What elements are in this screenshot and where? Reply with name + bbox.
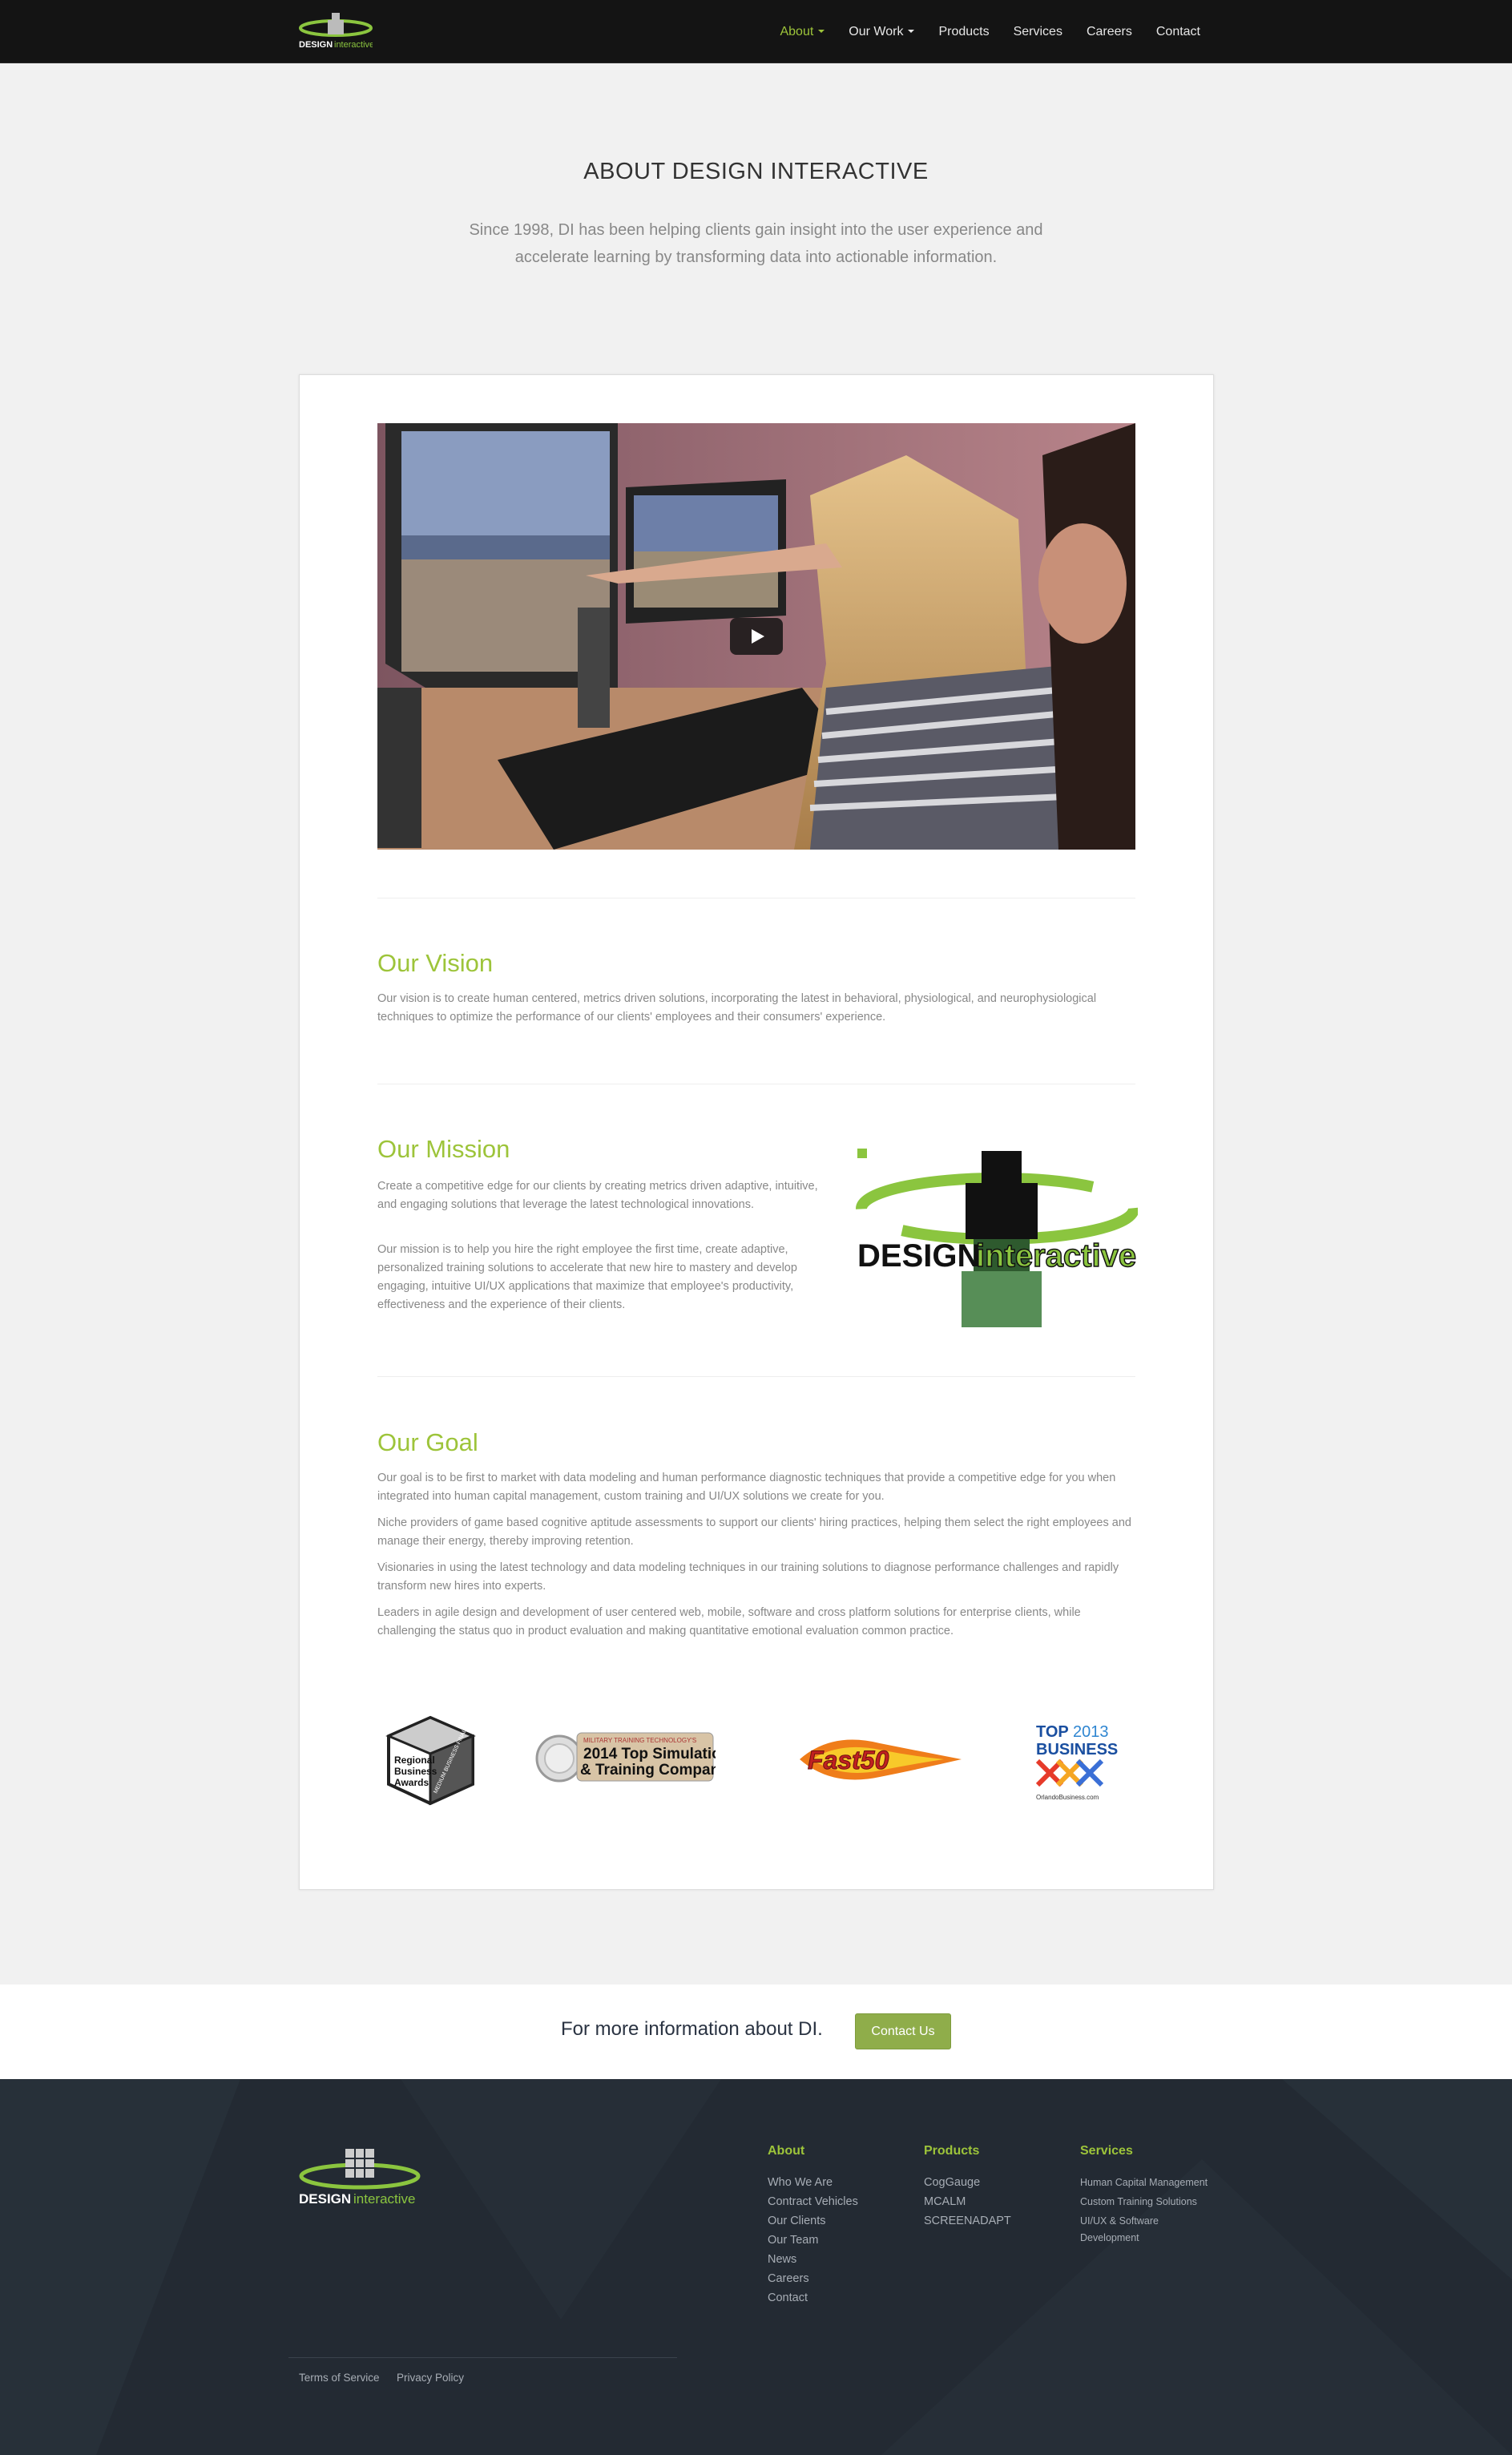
nav-about[interactable]: About [768,25,837,39]
page-title: ABOUT DESIGN INTERACTIVE [583,159,929,184]
privacy-policy-link[interactable]: Privacy Policy [397,2372,464,2384]
svg-text:2013: 2013 [1073,1723,1109,1741]
mission-text-1: Create a competitive edge for our client… [377,1180,818,1211]
nav-our-work[interactable]: Our Work [837,25,926,39]
chevron-down-icon [818,30,825,34]
nav-careers[interactable]: Careers [1075,25,1144,39]
goal-text-3: Visionaries in using the latest technolo… [377,1561,1119,1593]
nav-services[interactable]: Services [1002,25,1075,39]
play-button[interactable] [730,618,783,655]
svg-text:2014 Top Simulation: 2014 Top Simulation [583,1746,716,1763]
svg-text:& Training Companies: & Training Companies [580,1762,716,1779]
regional-business-award-badge: Regional Business Awards MEDIUM BUSINESS… [385,1715,476,1806]
mission-heading: Our Mission [377,1135,510,1163]
design-interactive-logo: DESIGN interactive [856,1149,1138,1327]
svg-text:OrlandoBusiness.com: OrlandoBusiness.com [1036,1794,1099,1801]
svg-text:MILITARY TRAINING TECHNOLOGY'S: MILITARY TRAINING TECHNOLOGY'S [583,1737,696,1744]
footer-about-heading: About [768,2144,805,2158]
footer-link-contract-vehicles[interactable]: Contract Vehicles [768,2192,858,2211]
svg-text:BUSINESS: BUSINESS [1036,1741,1118,1758]
svg-text:interactive: interactive [976,1238,1136,1274]
nav-products[interactable]: Products [926,25,1001,39]
vision-heading: Our Vision [377,949,494,977]
footer-link-careers[interactable]: Careers [768,2269,809,2288]
goal-text-4: Leaders in agile design and development … [377,1606,1081,1637]
footer-link-who-we-are[interactable]: Who We Are [768,2173,833,2192]
footer-divider [288,2357,677,2358]
footer [0,2079,1512,2455]
footer-link-custom-training[interactable]: Custom Training Solutions [1080,2194,1197,2211]
main-nav: About Our Work Products Services Careers… [768,0,1212,63]
svg-text:Awards: Awards [394,1777,429,1788]
svg-text:DESIGN: DESIGN [857,1238,980,1274]
goal-heading: Our Goal [377,1428,478,1456]
footer-link-our-team[interactable]: Our Team [768,2231,818,2250]
contact-us-button[interactable]: Contact Us [855,2013,951,2049]
goal-text-1: Our goal is to be first to market with d… [377,1472,1116,1503]
top-simulation-award-badge: MILITARY TRAINING TECHNOLOGY'S 2014 Top … [535,1732,716,1783]
footer-link-coggauge[interactable]: CogGauge [924,2173,980,2192]
footer-link-screenadapt[interactable]: SCREENADAPT [924,2211,1011,2231]
vision-text: Our vision is to create human centered, … [377,992,1097,1024]
top-navbar: DESIGN interactive About Our Work Produc… [0,0,1512,63]
footer-services-heading: Services [1080,2144,1133,2158]
footer-logo[interactable]: DESIGN interactive [299,2142,423,2209]
svg-text:interactive: interactive [334,40,373,50]
svg-text:DESIGN: DESIGN [299,40,333,50]
mission-text-2: Our mission is to help you hire the righ… [377,1243,797,1311]
footer-link-mcalm[interactable]: MCALM [924,2192,966,2211]
footer-pattern [0,2079,1512,2455]
svg-text:Fast50: Fast50 [808,1746,889,1775]
site-logo[interactable]: DESIGN interactive [299,10,373,52]
fast50-award-badge: Fast50 [800,1739,962,1780]
svg-text:TOP: TOP [1036,1723,1069,1741]
top-2013-business-badge: TOP 2013 BUSINESS OrlandoBusiness.com [1035,1723,1118,1801]
footer-link-contact[interactable]: Contact [768,2288,808,2308]
svg-text:DESIGN: DESIGN [299,2191,351,2207]
footer-products-heading: Products [924,2144,980,2158]
footer-link-news[interactable]: News [768,2250,796,2269]
footer-link-uiux-software[interactable]: UI/UX & Software [1080,2213,1159,2230]
terms-of-service-link[interactable]: Terms of Service [299,2372,380,2384]
nav-contact[interactable]: Contact [1144,25,1212,39]
about-video[interactable] [377,423,1135,850]
page-subtitle: Since 1998, DI has been helping clients … [469,221,1043,266]
svg-text:Business: Business [394,1766,437,1777]
cta-text: For more information about DI. [561,2018,823,2040]
footer-link-human-capital[interactable]: Human Capital Management [1080,2174,1208,2191]
chevron-down-icon [908,30,915,34]
divider [377,1376,1135,1377]
footer-link-our-clients[interactable]: Our Clients [768,2211,826,2231]
goal-text-2: Niche providers of game based cognitive … [377,1516,1131,1548]
svg-text:Regional: Regional [394,1754,435,1766]
footer-link-development[interactable]: Development [1080,2230,1139,2247]
svg-text:interactive: interactive [353,2191,415,2207]
